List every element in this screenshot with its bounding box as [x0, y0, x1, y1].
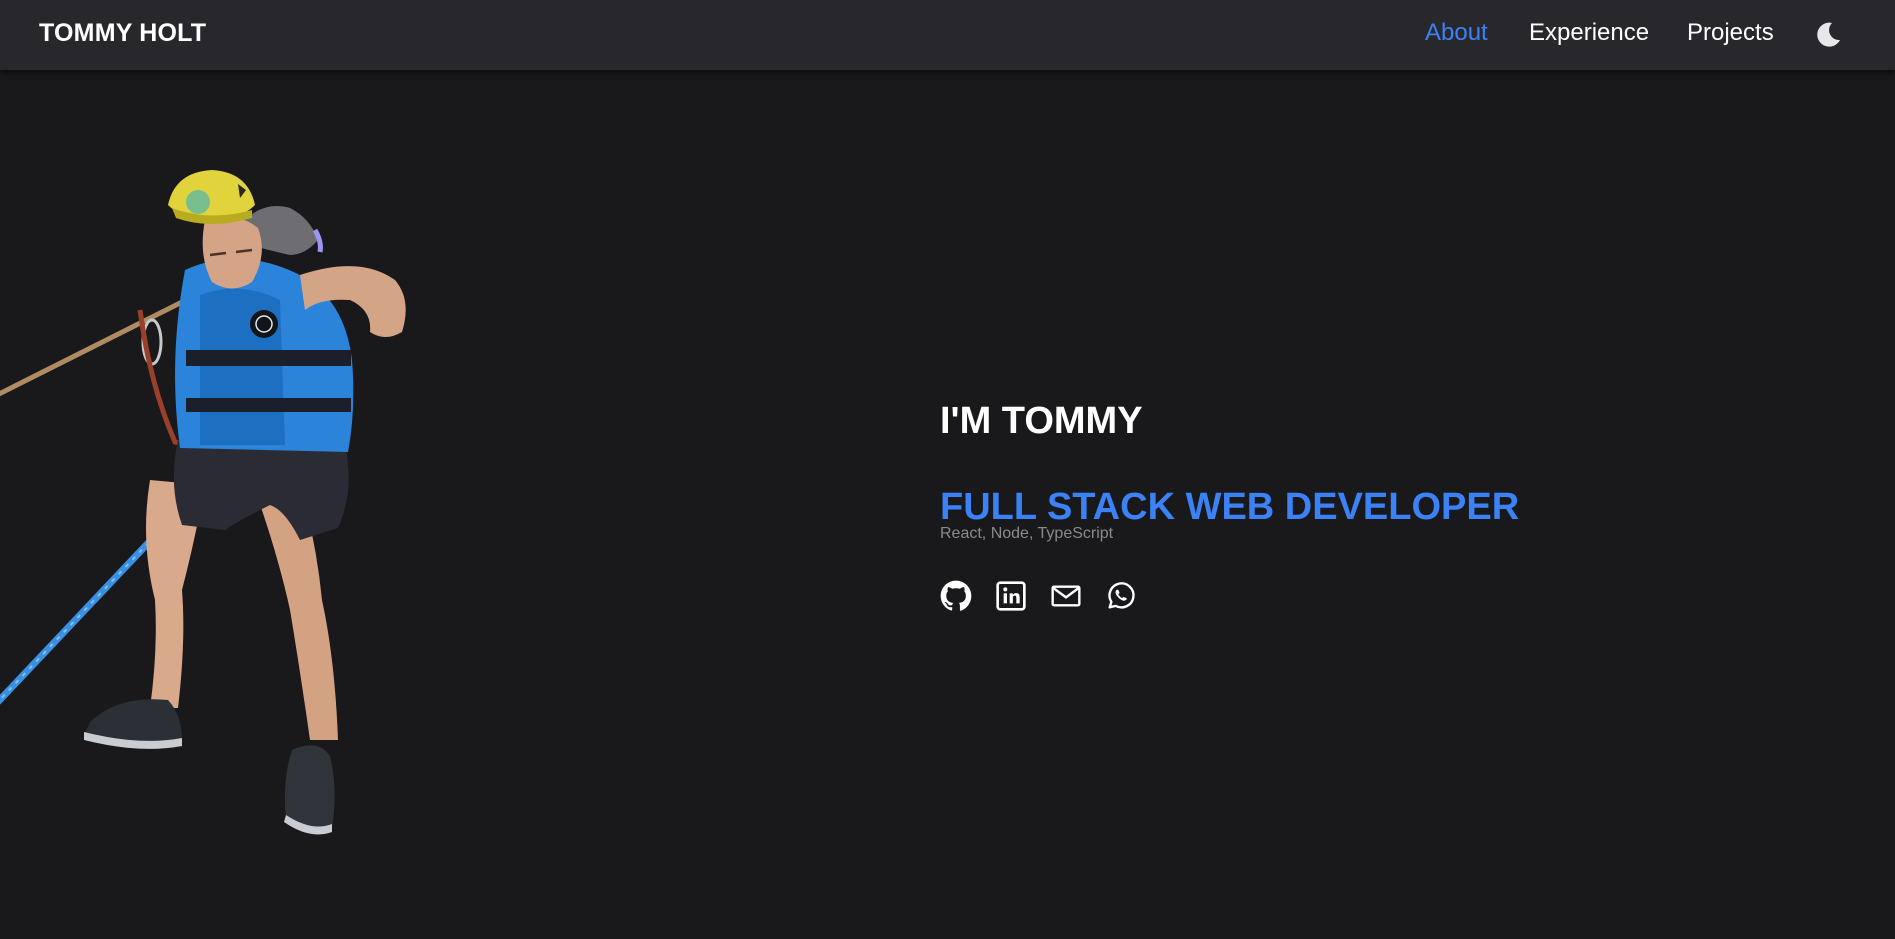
whatsapp-icon	[1108, 582, 1135, 609]
linkedin-link[interactable]	[995, 580, 1027, 612]
email-icon	[1051, 585, 1081, 607]
social-links	[940, 580, 1640, 612]
hero-text: I'M TOMMY FULL STACK WEB DEVELOPER React…	[940, 398, 1640, 612]
github-link[interactable]	[940, 580, 972, 612]
nav-link-projects[interactable]: Projects	[1687, 19, 1774, 47]
email-link[interactable]	[1050, 580, 1082, 612]
brand-logo[interactable]: TOMMY HOLT	[39, 19, 206, 48]
hero-greeting: I'M TOMMY	[940, 400, 1143, 442]
nav-link-about[interactable]: About	[1425, 19, 1488, 47]
nav-link-experience[interactable]: Experience	[1529, 19, 1649, 47]
theme-toggle-button[interactable]	[1813, 20, 1843, 50]
top-navbar: TOMMY HOLT About Experience Projects	[0, 0, 1895, 70]
moon-icon	[1817, 22, 1840, 47]
linkedin-icon	[996, 581, 1026, 611]
climber-photo	[0, 160, 420, 840]
whatsapp-link[interactable]	[1105, 580, 1137, 612]
github-icon	[940, 580, 972, 611]
